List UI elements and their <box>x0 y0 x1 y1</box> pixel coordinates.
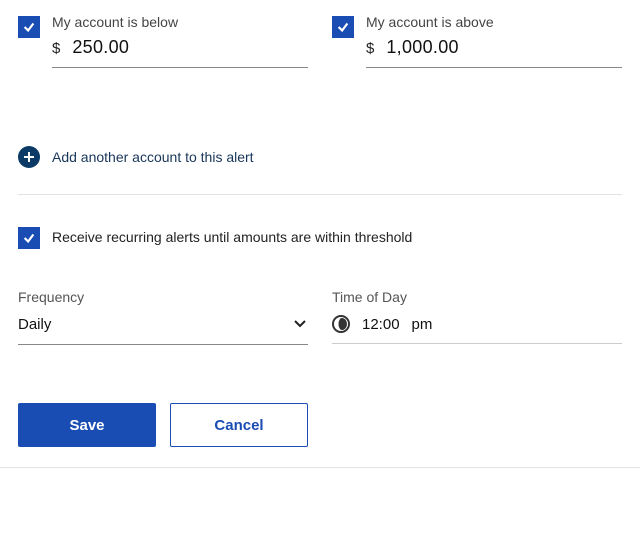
frequency-select[interactable]: Daily <box>18 315 308 345</box>
moon-icon <box>332 315 350 333</box>
above-amount-input[interactable] <box>384 36 622 59</box>
currency-symbol: $ <box>366 40 374 57</box>
divider <box>0 467 640 468</box>
check-icon <box>336 20 350 34</box>
below-label: My account is below <box>52 14 308 30</box>
save-button[interactable]: Save <box>18 403 156 447</box>
check-icon <box>22 231 36 245</box>
plus-icon <box>18 146 40 168</box>
below-amount-input[interactable] <box>70 36 308 59</box>
check-icon <box>22 20 36 34</box>
recurring-checkbox[interactable] <box>18 227 40 249</box>
time-of-day-input[interactable]: 12:00 pm <box>332 315 622 344</box>
chevron-down-icon <box>292 315 308 334</box>
frequency-label: Frequency <box>18 289 308 305</box>
cancel-button[interactable]: Cancel <box>170 403 308 447</box>
frequency-value: Daily <box>18 316 51 333</box>
time-value: 12:00 <box>362 316 400 333</box>
below-checkbox[interactable] <box>18 16 40 38</box>
currency-symbol: $ <box>52 40 60 57</box>
add-account-label: Add another account to this alert <box>52 149 254 165</box>
above-label: My account is above <box>366 14 622 30</box>
time-meridiem: pm <box>412 316 433 333</box>
recurring-label: Receive recurring alerts until amounts a… <box>52 229 412 245</box>
above-checkbox[interactable] <box>332 16 354 38</box>
divider <box>18 194 622 195</box>
time-of-day-label: Time of Day <box>332 289 622 305</box>
add-account-button[interactable]: Add another account to this alert <box>18 146 622 168</box>
